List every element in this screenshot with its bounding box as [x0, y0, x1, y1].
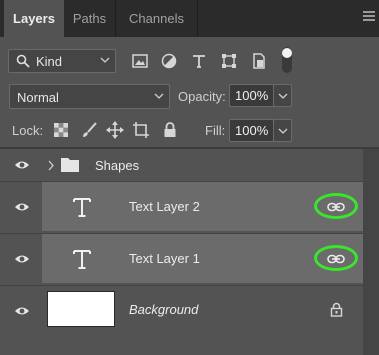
layer-thumbnail — [47, 291, 115, 327]
lock-artboard-icon[interactable] — [132, 121, 150, 139]
fill-input[interactable]: 100% — [229, 119, 274, 142]
panel-tab-bar: Layers Paths Channels — [0, 0, 379, 37]
opacity-label: Opacity: — [178, 89, 226, 104]
smart-object-filter-icon[interactable] — [250, 52, 268, 70]
shape-filter-icon[interactable] — [220, 52, 238, 70]
fill-label: Fill: — [205, 123, 226, 138]
tab-layers[interactable]: Layers — [4, 0, 64, 37]
visibility-column — [0, 234, 42, 283]
layers-scrollbar[interactable] — [363, 149, 379, 355]
lock-icon — [330, 302, 343, 317]
lock-row: Lock: Fill: 100% — [0, 116, 379, 146]
layer-row-background[interactable]: Background — [0, 285, 363, 335]
layer-name: Background — [129, 302, 199, 317]
chevron-right-icon[interactable] — [47, 160, 55, 171]
folder-icon — [61, 158, 79, 172]
filter-kind-select[interactable]: Kind — [8, 49, 116, 73]
tab-paths[interactable]: Paths — [64, 0, 116, 37]
layer-name: Text Layer 1 — [129, 251, 200, 266]
chevron-down-icon — [278, 128, 288, 134]
adjustment-filter-icon[interactable] — [160, 52, 178, 70]
filter-toggle-icon[interactable] — [280, 46, 294, 74]
type-layer-icon — [73, 198, 91, 217]
tab-channels[interactable]: Channels — [116, 0, 198, 37]
eye-icon[interactable] — [14, 159, 30, 171]
blend-mode-select[interactable]: Normal — [9, 84, 170, 109]
eye-icon[interactable] — [14, 201, 30, 213]
filter-kind-label: Kind — [36, 54, 63, 69]
lock-label: Lock: — [12, 123, 44, 138]
link-icon[interactable] — [327, 202, 345, 212]
layer-row-shapes[interactable]: Shapes — [0, 149, 363, 181]
lock-image-pixels-icon[interactable] — [80, 121, 98, 139]
eye-icon[interactable] — [14, 253, 30, 265]
fill-dropdown[interactable] — [273, 119, 292, 142]
search-icon — [16, 54, 30, 68]
type-filter-icon[interactable] — [190, 52, 208, 70]
blend-mode-value: Normal — [17, 90, 59, 105]
layer-filter-row: Kind — [0, 40, 379, 78]
chevron-down-icon — [278, 93, 288, 99]
visibility-column — [0, 182, 42, 231]
blend-row: Normal Opacity: 100% — [0, 82, 379, 112]
layer-name: Shapes — [95, 158, 140, 173]
chevron-down-icon — [100, 57, 110, 63]
lock-all-icon[interactable] — [161, 121, 179, 139]
layer-row-text-layer-1[interactable]: Text Layer 1 — [0, 233, 363, 283]
layer-name: Text Layer 2 — [129, 199, 200, 214]
type-layer-icon — [73, 250, 91, 269]
layers-list: Shapes Text Layer 2 Text Layer 1 Backgro… — [0, 149, 379, 355]
opacity-dropdown[interactable] — [273, 84, 292, 107]
opacity-input[interactable]: 100% — [229, 84, 274, 107]
image-filter-icon[interactable] — [131, 52, 149, 70]
eye-icon[interactable] — [14, 305, 30, 317]
lock-position-icon[interactable] — [106, 121, 124, 139]
link-icon[interactable] — [327, 254, 345, 264]
layer-row-text-layer-2[interactable]: Text Layer 2 — [0, 181, 363, 231]
panel-menu-icon[interactable] — [363, 11, 375, 25]
lock-transparent-pixels-icon[interactable] — [52, 121, 70, 139]
chevron-down-icon — [154, 93, 164, 99]
